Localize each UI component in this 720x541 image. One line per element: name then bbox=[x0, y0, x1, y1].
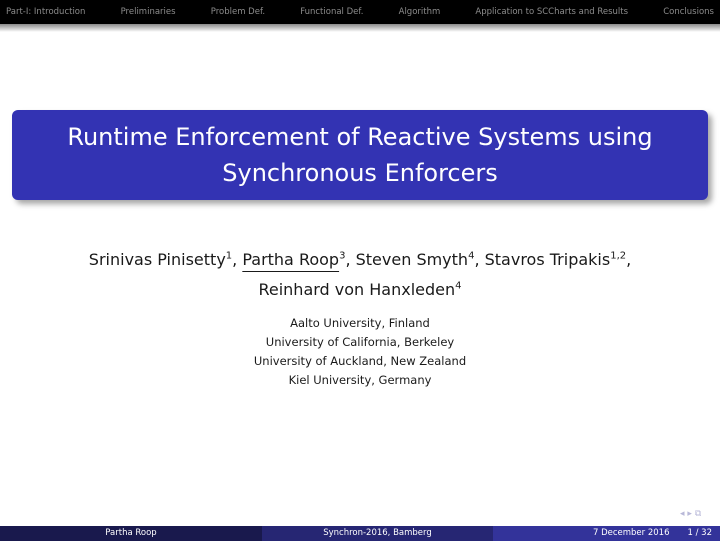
nav-item-introduction[interactable]: Part-I: Introduction bbox=[6, 7, 85, 17]
author-pinisetty: Srinivas Pinisetty1, bbox=[89, 250, 243, 269]
nav-item-application[interactable]: Application to SCCharts and Results bbox=[475, 7, 628, 17]
affiliation-list: Aalto University, Finland University of … bbox=[0, 314, 720, 390]
author-hanxleden: Reinhard von Hanxleden4 bbox=[258, 280, 461, 299]
footer-date-page: 7 December 2016 1 / 32 bbox=[493, 526, 720, 541]
footer-presenter: Partha Roop bbox=[0, 526, 262, 541]
nav-item-conclusions[interactable]: Conclusions bbox=[663, 7, 714, 17]
author-separator: , bbox=[345, 250, 356, 270]
footer-date: 7 December 2016 bbox=[592, 528, 670, 538]
author-affil-mark: 4 bbox=[455, 280, 462, 292]
affiliation-3: University of Auckland, New Zealand bbox=[253, 354, 467, 368]
beamer-navigation-icons[interactable]: ◂ ▸ ⧉ bbox=[680, 509, 701, 519]
frame-nav-icon[interactable]: ⧉ bbox=[695, 509, 701, 519]
author-separator: , bbox=[626, 250, 632, 270]
affiliation-2: University of California, Berkeley bbox=[265, 335, 455, 349]
author-line-1: Srinivas Pinisetty1, Partha Roop3, Steve… bbox=[0, 244, 720, 273]
author-list: Srinivas Pinisetty1, Partha Roop3, Steve… bbox=[0, 244, 720, 303]
affiliation-4: Kiel University, Germany bbox=[288, 373, 432, 387]
author-name: Srinivas Pinisetty bbox=[88, 250, 226, 270]
author-line-2: Reinhard von Hanxleden4 bbox=[0, 273, 720, 302]
title-line-1: Runtime Enforcement of Reactive Systems … bbox=[67, 123, 653, 151]
title-box: Runtime Enforcement of Reactive Systems … bbox=[12, 110, 708, 200]
title-line-2: Synchronous Enforcers bbox=[222, 159, 498, 187]
nav-item-problem-def[interactable]: Problem Def. bbox=[211, 7, 265, 17]
footer-page-number: 1 / 32 bbox=[687, 528, 713, 538]
author-name: Stavros Tripakis bbox=[484, 250, 611, 270]
author-separator: , bbox=[474, 250, 485, 270]
footer-event: Synchron-2016, Bamberg bbox=[262, 526, 493, 541]
author-affil-mark: 1,2 bbox=[610, 251, 627, 262]
nav-shadow bbox=[0, 24, 720, 32]
affiliation-1: Aalto University, Finland bbox=[290, 316, 430, 330]
nav-item-algorithm[interactable]: Algorithm bbox=[399, 7, 441, 17]
author-smyth: Steven Smyth4, bbox=[356, 250, 485, 269]
next-slide-icon[interactable]: ▸ bbox=[687, 509, 692, 519]
presenter-name: Partha Roop bbox=[242, 250, 340, 270]
author-roop: Partha Roop3, bbox=[242, 250, 355, 269]
footer: Partha Roop Synchron-2016, Bamberg 7 Dec… bbox=[0, 526, 720, 541]
author-tripakis: Stavros Tripakis1,2, bbox=[485, 250, 632, 269]
author-separator: , bbox=[232, 250, 243, 270]
author-name: Reinhard von Hanxleden bbox=[258, 279, 456, 299]
author-name: Steven Smyth bbox=[355, 250, 469, 270]
nav-item-functional-def[interactable]: Functional Def. bbox=[300, 7, 363, 17]
prev-slide-icon[interactable]: ◂ bbox=[680, 509, 685, 519]
nav-item-preliminaries[interactable]: Preliminaries bbox=[121, 7, 176, 17]
section-navigation: Part-I: Introduction Preliminaries Probl… bbox=[0, 0, 720, 24]
